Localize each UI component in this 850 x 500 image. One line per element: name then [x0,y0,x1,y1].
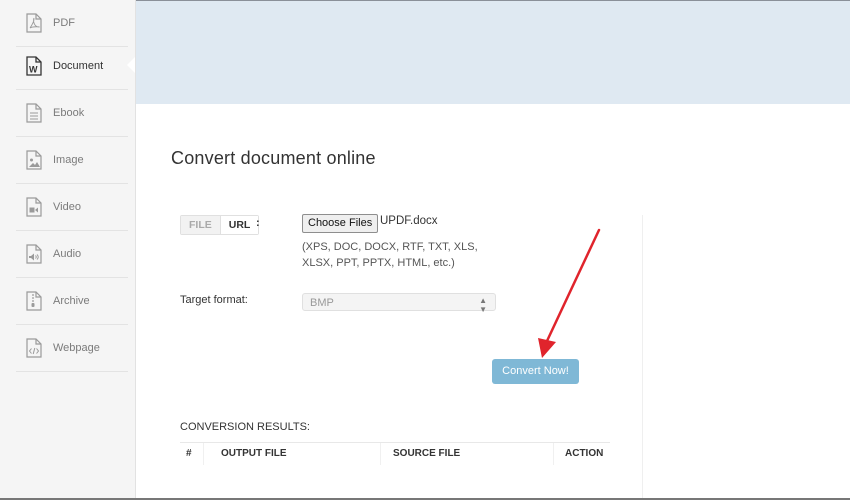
column-divider [380,443,381,465]
sidebar-item-label: Webpage [53,342,100,354]
select-updown-icon: ▲ ▼ [479,296,487,314]
annotation-arrow-icon [538,228,601,358]
tab-file[interactable]: FILE [181,216,221,234]
sidebar-item-archive[interactable]: Archive [16,278,128,325]
sidebar-item-image[interactable]: Image [16,137,128,184]
sidebar-item-label: Video [53,201,81,213]
sidebar-item-pdf[interactable]: PDF [16,0,128,47]
column-divider [203,443,204,465]
active-item-caret [127,57,135,73]
column-header-output-file: OUTPUT FILE [221,448,287,459]
conversion-results-label: CONVERSION RESULTS: [180,421,310,433]
form-divider [642,215,643,498]
supported-formats-hint: (XPS, DOC, DOCX, RTF, TXT, XLS, XLSX, PP… [302,241,478,269]
column-header-number: # [186,448,192,459]
sidebar-item-label: Archive [53,295,90,307]
page-title: Convert document online [171,148,376,168]
video-file-icon [25,196,43,218]
sidebar-item-label: PDF [53,17,75,29]
column-header-source-file: SOURCE FILE [393,448,461,459]
target-format-select[interactable]: BMP ▲ ▼ [302,293,496,314]
sidebar-item-webpage[interactable]: Webpage [16,325,128,372]
svg-text:W: W [29,65,38,75]
header-banner [136,1,850,104]
word-document-icon: W [25,55,43,77]
target-format-value: BMP [310,297,334,309]
selected-file-name: UPDF.docx [380,215,438,227]
target-format-label: Target format: [180,294,248,306]
source-tabs: FILE URL [180,215,260,235]
sidebar-item-label: Image [53,154,84,166]
tab-url[interactable]: URL [220,216,259,234]
pdf-file-icon [25,12,43,34]
column-header-action: ACTION [565,448,604,459]
sidebar-item-label: Audio [53,248,82,260]
sidebar-item-label: Document [53,60,104,72]
sidebar-item-label: Ebook [53,107,85,119]
choose-files-button[interactable]: Choose Files [302,214,379,233]
sidebar-item-video[interactable]: Video [16,184,128,231]
tabs-separator: : [256,217,260,229]
convert-now-button[interactable]: Convert Now! [492,359,579,384]
sidebar: PDF W Document Ebook Image Video Audio A… [0,0,136,498]
audio-file-icon [25,243,43,265]
sidebar-item-audio[interactable]: Audio [16,231,128,278]
webpage-file-icon [25,337,43,359]
ebook-file-icon [25,102,43,124]
results-table-header: # OUTPUT FILE SOURCE FILE ACTION [180,442,610,465]
column-divider [553,443,554,465]
image-file-icon [25,149,43,171]
archive-file-icon [25,290,43,312]
sidebar-item-document[interactable]: W Document [16,43,128,90]
sidebar-item-ebook[interactable]: Ebook [16,90,128,137]
